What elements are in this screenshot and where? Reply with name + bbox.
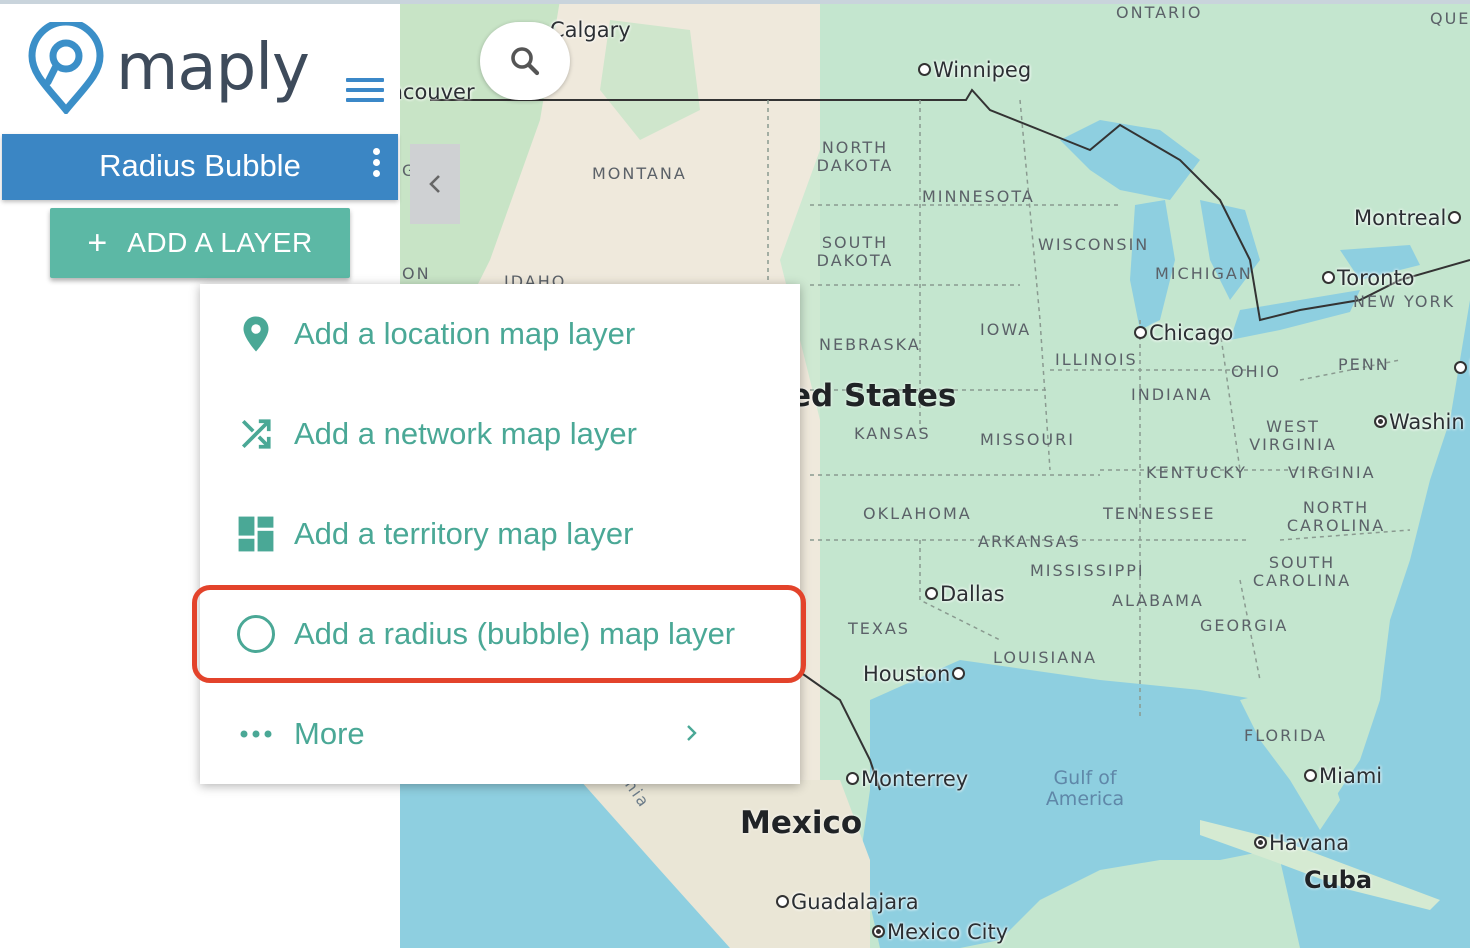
map-city-washington: Washin <box>1372 410 1465 434</box>
map-label-ontario: ONTARIO <box>1116 3 1203 22</box>
location-pin-icon <box>236 314 276 354</box>
map-city-vancouver: Vancouver <box>400 80 475 104</box>
map-label-georgia: GEORGIA <box>1200 616 1289 635</box>
map-city-monterrey: Monterrey <box>844 767 968 791</box>
map-country-mexico: Mexico <box>740 805 863 841</box>
map-pin-logo-icon <box>28 22 104 114</box>
map-search-button[interactable] <box>480 22 570 100</box>
map-label-west-virginia: WEST VIRGINIA <box>1249 417 1337 454</box>
map-label-ohio: OHIO <box>1231 362 1281 381</box>
map-label-florida: FLORIDA <box>1244 726 1327 745</box>
map-country-cuba: Cuba <box>1304 866 1373 894</box>
map-label-penn: PENN <box>1338 355 1390 374</box>
map-city-dallas: Dallas <box>923 582 1005 606</box>
map-city-havana: Havana <box>1252 831 1349 855</box>
maply-logo[interactable]: maply <box>28 22 310 114</box>
map-city-guadalajara: Guadalajara <box>774 890 919 914</box>
highlight-annotation <box>192 585 806 683</box>
map-label-alabama: ALABAMA <box>1112 591 1204 610</box>
logo-text: maply <box>116 31 310 105</box>
map-label-nebraska: NEBRASKA <box>819 335 921 354</box>
map-label-north-dakota: NORTH DAKOTA <box>816 138 894 175</box>
map-label-new-york: NEW YORK <box>1353 292 1456 311</box>
map-label-kansas: KANSAS <box>854 424 931 443</box>
add-layer-menu: Add a location map layer Add a network m… <box>200 284 800 784</box>
map-label-montana: MONTANA <box>592 164 687 183</box>
plus-icon: + <box>87 224 108 262</box>
map-label-iowa: IOWA <box>980 320 1032 339</box>
map-label-missouri: MISSOURI <box>980 430 1075 449</box>
map-label-texas: TEXAS <box>848 619 910 638</box>
menu-item-label: More <box>294 716 365 751</box>
map-city-toronto: Toronto <box>1320 266 1415 290</box>
menu-item-label: Add a network map layer <box>294 416 637 451</box>
layer-header-bar[interactable]: Radius Bubble <box>2 134 398 200</box>
map-label-louisiana: LOUISIANA <box>993 648 1098 667</box>
chevron-right-icon <box>687 725 697 741</box>
search-icon <box>511 47 540 76</box>
map-city-montreal: Montreal <box>1354 206 1463 230</box>
map-city-houston: Houston <box>863 662 967 686</box>
menu-item-more[interactable]: More <box>200 684 800 784</box>
map-label-illinois: ILLINOIS <box>1055 350 1138 369</box>
map-label-quebec: QUE <box>1430 9 1470 28</box>
map-label-arkansas: ARKANSAS <box>978 532 1081 551</box>
map-label-kentucky: KENTUCKY <box>1146 463 1247 482</box>
more-vertical-icon[interactable] <box>370 148 382 184</box>
hamburger-menu-icon[interactable] <box>346 78 384 104</box>
chevron-left-icon <box>429 175 440 193</box>
map-label-indiana: INDIANA <box>1131 385 1213 404</box>
menu-item-label: Add a location map layer <box>294 316 636 351</box>
map-label-michigan: MICHIGAN <box>1155 264 1253 283</box>
map-city-winnipeg: Winnipeg <box>916 58 1031 82</box>
map-label-virginia: VIRGINIA <box>1288 463 1376 482</box>
add-layer-label: ADD A LAYER <box>127 227 313 258</box>
menu-item-territory-layer[interactable]: Add a territory map layer <box>200 484 800 584</box>
menu-item-network-layer[interactable]: Add a network map layer <box>200 384 800 484</box>
map-label-south-dakota: SOUTH DAKOTA <box>816 233 894 270</box>
map-water-gulf: Gulf of America <box>1045 767 1125 810</box>
map-label-mississippi: MISSISSIPPI <box>1030 561 1145 580</box>
map-label-tennessee: TENNESSEE <box>1103 504 1216 523</box>
map-label-wisconsin: WISCONSIN <box>1038 235 1150 254</box>
layer-title: Radius Bubble <box>99 148 301 183</box>
map-country-united-states: ed States <box>790 378 957 414</box>
map-label-on-partial: ON <box>402 264 431 283</box>
top-border <box>0 0 1470 4</box>
more-horizontal-icon <box>236 714 276 754</box>
collapse-panel-button[interactable] <box>410 144 460 224</box>
dashboard-icon <box>236 514 276 554</box>
map-label-north-carolina: NORTH CAROLINA <box>1286 498 1386 535</box>
map-label-minnesota: MINNESOTA <box>922 187 1035 206</box>
map-city-miami: Miami <box>1302 764 1382 788</box>
shuffle-icon <box>236 414 276 454</box>
map-label-oklahoma: OKLAHOMA <box>863 504 972 523</box>
map-city-n-partial: N <box>1452 356 1470 380</box>
map-label-south-carolina: SOUTH CAROLINA <box>1252 553 1352 590</box>
map-city-chicago: Chicago <box>1132 321 1233 345</box>
menu-item-label: Add a territory map layer <box>294 516 634 551</box>
add-layer-button[interactable]: + ADD A LAYER <box>50 208 350 278</box>
map-city-mexico-city: Mexico City <box>870 920 1008 944</box>
menu-item-location-layer[interactable]: Add a location map layer <box>200 284 800 384</box>
